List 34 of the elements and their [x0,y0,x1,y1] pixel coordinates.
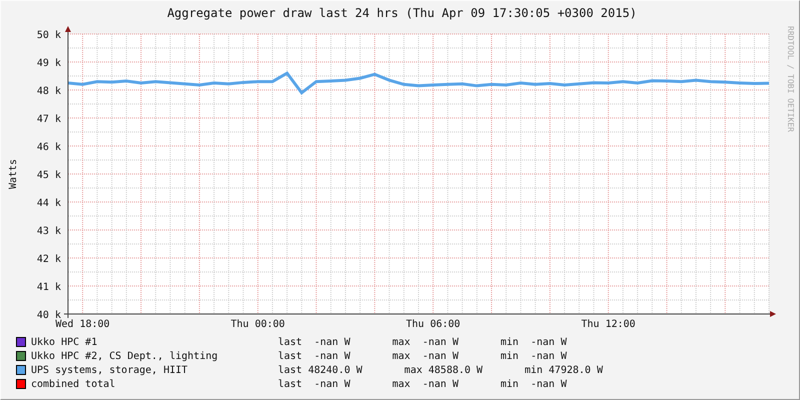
legend-stat: max -nan W [392,350,458,362]
legend-stat: last -nan W [278,350,350,362]
credit-text: RRDTOOL / TOBI OETIKER [786,26,795,132]
x-tick-label: Thu 00:00 [230,319,285,330]
y-tick-label: 46 k [36,142,61,153]
legend-stat: max 48588.0 W [404,364,483,376]
y-tick-label: 43 k [36,226,61,237]
legend-stat: last 48240.0 W [278,364,362,376]
y-tick-label: 45 k [36,170,61,181]
y-tick-label: 49 k [36,58,61,69]
legend-stat: max -nan W [392,378,458,390]
legend-stat: min -nan W [500,378,567,390]
legend-stat: last -nan W [278,336,350,348]
y-tick-label: 41 k [36,282,61,293]
x-tick-label: Thu 12:00 [581,319,636,330]
legend-stat: max -nan W [392,336,458,348]
y-axis-label: Watts [8,158,19,190]
y-tick-label: 40 k [36,310,61,321]
legend-stat: last -nan W [278,378,350,390]
legend-name: Ukko HPC #1 [31,336,98,348]
y-tick-label: 47 k [36,114,61,125]
legend-stat: min 47928.0 W [524,364,603,376]
y-tick-label: 48 k [36,86,61,97]
chart-title: Aggregate power draw last 24 hrs (Thu Apr 09 17:30:05 +0300 2015) [167,6,637,20]
y-tick-label: 44 k [36,198,61,209]
y-tick-label: 50 k [36,30,61,41]
x-tick-label: Wed 18:00 [56,319,110,330]
legend-stat: min -nan W [500,350,567,362]
y-tick-label: 42 k [36,254,61,265]
legend-name: Ukko HPC #2, CS Dept., lighting [31,350,219,362]
legend-name: UPS systems, storage, HIIT [31,364,189,376]
legend-name: combined total [31,378,116,390]
x-tick-label: Thu 06:00 [406,319,460,330]
legend-stat: min -nan W [500,336,567,348]
